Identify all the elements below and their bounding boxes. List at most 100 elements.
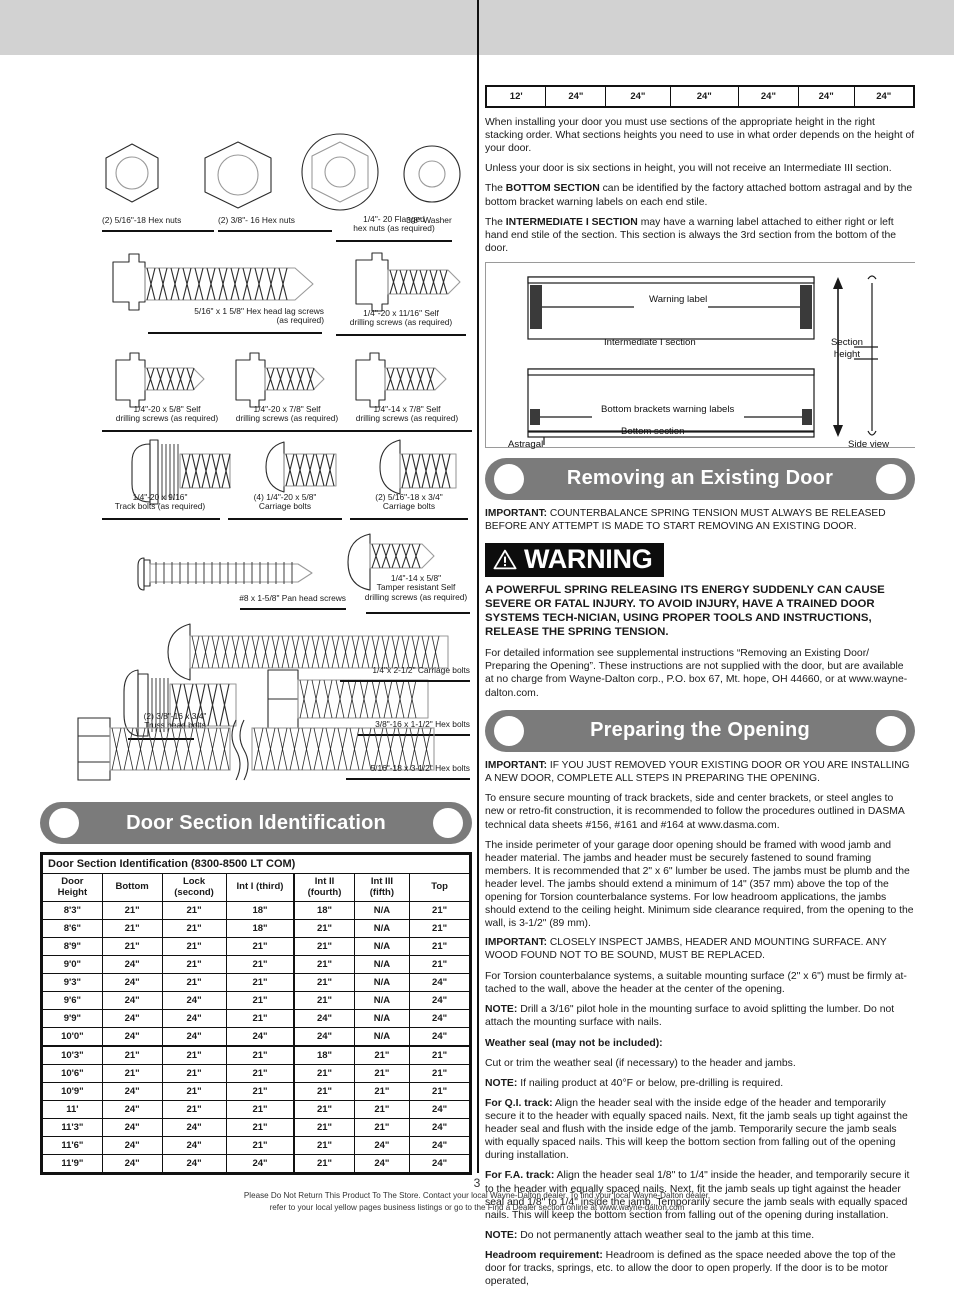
section-size-cell: 24" bbox=[409, 1009, 470, 1029]
pill-knob-left-icon bbox=[494, 715, 524, 746]
door-height-cell: 11' bbox=[42, 1100, 103, 1120]
instruction-lead: NOTE: bbox=[485, 1077, 518, 1089]
section-size-cell: 24" bbox=[853, 85, 915, 108]
section-size-cell: 21" bbox=[161, 1045, 227, 1066]
instruction-lead: NOTE: bbox=[485, 1229, 518, 1241]
warning-label-callout: Warning label bbox=[646, 293, 711, 305]
column-header: Int I (third) bbox=[225, 872, 296, 903]
door-height-cell: 11'9" bbox=[42, 1154, 103, 1174]
section-size-cell: 21" bbox=[293, 1100, 355, 1120]
door-height-cell: 8'6" bbox=[42, 919, 103, 939]
section-size-cell: 21" bbox=[101, 919, 163, 939]
section-size-cell: 21" bbox=[225, 1136, 296, 1156]
instruction-paragraph: Headroom requirement: Headroom is define… bbox=[485, 1249, 915, 1288]
section-size-cell: 18" bbox=[225, 901, 296, 921]
door-height-cell: 10'0" bbox=[42, 1027, 103, 1048]
section-size-cell: 24" bbox=[101, 1100, 163, 1120]
pill-knob-right-icon bbox=[876, 463, 906, 494]
section-size-cell: 18" bbox=[293, 1045, 355, 1066]
section-size-cell: 21" bbox=[293, 919, 355, 939]
section-size-cell: 24" bbox=[353, 1154, 411, 1174]
column-header: Int II (fourth) bbox=[293, 872, 355, 903]
warning-banner: WARNING bbox=[485, 542, 665, 577]
section-size-cell: 24" bbox=[409, 1154, 470, 1174]
table-row: 11' 24" 21" 21" 21" 21" 24" bbox=[42, 1100, 470, 1120]
section-size-cell: N/A bbox=[353, 973, 411, 993]
section-size-cell: 18" bbox=[293, 901, 355, 921]
section-size-cell: 21" bbox=[101, 1064, 163, 1084]
part-label-tamper-resistant: 1/4"-14 x 5/8" Tamper resistant Self drill… bbox=[364, 573, 468, 602]
warning-triangle-icon bbox=[493, 549, 517, 569]
section-stacking-intro: When installing your door you must use s… bbox=[485, 116, 915, 175]
bottom-section-caption: Bottom section bbox=[621, 425, 685, 437]
removing-existing-door-title: Removing an Existing Door bbox=[566, 467, 834, 490]
section-size-cell: 24" bbox=[605, 85, 671, 108]
pill-knob-left-icon bbox=[494, 463, 524, 494]
column-divider-rule bbox=[477, 0, 479, 1173]
instruction-paragraph: Weather seal (may not be included): bbox=[485, 1037, 915, 1050]
section-size-cell: 24" bbox=[409, 1027, 470, 1048]
section-size-cell: 24" bbox=[101, 1118, 163, 1138]
section-size-cell: 24" bbox=[225, 1154, 296, 1174]
door-section-identification-header: Door Section Identification bbox=[40, 802, 472, 844]
instruction-lead: For Q.I. track: bbox=[485, 1097, 553, 1109]
section-size-cell: N/A bbox=[353, 937, 411, 957]
section-size-cell: 24" bbox=[669, 85, 739, 108]
table-row: 9'6" 24" 24" 21" 21" N/A 24" bbox=[42, 991, 470, 1011]
instruction-paragraph: IMPORTANT: IF YOU JUST REMOVED YOUR EXIS… bbox=[485, 760, 915, 786]
door-height-cell: 8'3" bbox=[42, 901, 103, 921]
section-size-cell: N/A bbox=[353, 991, 411, 1011]
table-row: 10'6" 21" 21" 21" 21" 21" 21" bbox=[42, 1064, 470, 1084]
instruction-lead: IMPORTANT: bbox=[485, 937, 548, 949]
footer-line-1: Please Do Not Return This Product To The… bbox=[243, 1191, 711, 1200]
section-size-cell: N/A bbox=[353, 955, 411, 975]
instruction-text: IF YOU JUST REMOVED YOUR EXISTING DOOR O… bbox=[485, 759, 910, 784]
pill-knob-right-icon bbox=[433, 808, 463, 838]
door-height-cell: 10'6" bbox=[42, 1064, 103, 1084]
part-label-self-drilling-1116: 1/4"-20 x 11/16" Self drilling screws (as… bbox=[349, 308, 453, 328]
section-size-cell: 24" bbox=[161, 1136, 227, 1156]
section-size-cell: 24" bbox=[737, 85, 799, 108]
part-label-pan-head-screws: #8 x 1-5/8" Pan head screws bbox=[239, 593, 346, 603]
section-size-cell: 21" bbox=[225, 1045, 296, 1066]
column-header: Top bbox=[409, 872, 470, 903]
part-label-track-bolts: 1/4"-20 x 9/16" Track bolts (as required) bbox=[114, 492, 206, 512]
instruction-paragraph: For Q.I. track: Align the header seal wi… bbox=[485, 1097, 915, 1163]
removing-important-note: IMPORTANT: COUNTERBALANCE SPRING TENSION… bbox=[485, 507, 886, 532]
section-size-cell: 21" bbox=[353, 1082, 411, 1102]
instruction-text: If nailing product at 40°F or below, pre… bbox=[517, 1077, 784, 1089]
door-section-diagram: Warning label Intermediate I section Bot… bbox=[485, 261, 915, 450]
section-size-cell: 24" bbox=[101, 1136, 163, 1156]
part-label-lag-screws: 5/16" x 1 5/8" Hex head lag screws (as re… bbox=[194, 306, 324, 326]
section-size-cell: 21" bbox=[409, 955, 470, 975]
section-size-cell: 21" bbox=[225, 1064, 296, 1084]
part-label-long-carriage-bolts: 1/4"x 2-1/2" Carriage bolts bbox=[372, 665, 470, 675]
section-height-label-line2: height bbox=[833, 348, 861, 360]
door-height-cell: 12' bbox=[485, 85, 547, 108]
section-size-cell: 21" bbox=[409, 1045, 470, 1066]
instruction-paragraph: For Torsion counterbalance systems, a su… bbox=[485, 970, 915, 996]
section-size-cell: 21" bbox=[161, 973, 227, 993]
section-size-cell: 24" bbox=[101, 1082, 163, 1102]
section-size-cell: 21" bbox=[161, 1082, 227, 1102]
instruction-paragraph: NOTE: Drill a 3/16" pilot hole in the mo… bbox=[485, 1003, 915, 1029]
preparing-opening-title: Preparing the Opening bbox=[590, 719, 810, 742]
door-height-cell: 11'3" bbox=[42, 1118, 103, 1138]
column-header: Bottom bbox=[101, 872, 163, 903]
column-header: Int III (fifth) bbox=[353, 872, 411, 903]
section-size-cell: 21" bbox=[161, 1064, 227, 1084]
section-size-cell: 21" bbox=[293, 1136, 355, 1156]
section-height-label-line1: Section bbox=[831, 336, 863, 348]
long-hex-bolt-svg bbox=[77, 717, 435, 781]
table-row: 9'0" 24" 21" 21" 21" N/A 21" bbox=[42, 955, 470, 975]
table-row: 11'3" 24" 24" 21" 21" 21" 24" bbox=[42, 1118, 470, 1138]
section-size-cell: 24" bbox=[101, 1027, 163, 1048]
removing-existing-door-header: Removing an Existing Door bbox=[485, 457, 915, 500]
table-row: 9'3" 24" 21" 21" 21" N/A 24" bbox=[42, 973, 470, 993]
door-section-table: Door Section Identification (8300-8500 L… bbox=[42, 854, 470, 1174]
section-size-cell: 21" bbox=[353, 1064, 411, 1084]
door-section-table-header-row: Door Height Bottom Lock (second) Int I (third… bbox=[42, 872, 470, 903]
section-size-cell: 21" bbox=[409, 901, 470, 921]
door-height-cell: 11'6" bbox=[42, 1136, 103, 1156]
section-size-cell: 21" bbox=[293, 1154, 355, 1174]
